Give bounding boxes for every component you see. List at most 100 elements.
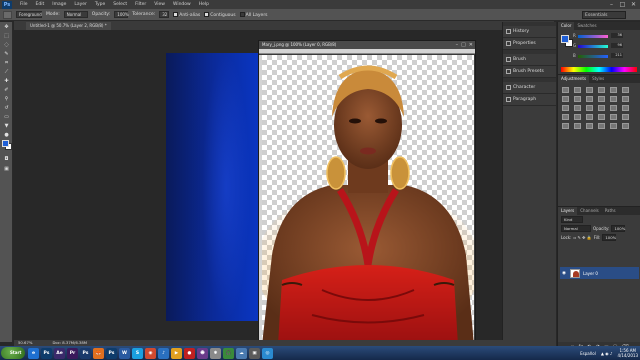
tab-layers[interactable]: Layers: [558, 207, 578, 215]
menu-layer[interactable]: Layer: [70, 2, 91, 7]
gradient-map-icon[interactable]: [586, 105, 593, 111]
selective-color-icon[interactable]: [598, 105, 605, 111]
brush-panel-button[interactable]: Brush: [503, 54, 556, 66]
invert-icon[interactable]: [622, 96, 629, 102]
color-lookup-icon[interactable]: [610, 96, 617, 102]
red-value[interactable]: 36: [611, 33, 623, 38]
close-button[interactable]: ✕: [629, 1, 638, 8]
marquee-tool-icon[interactable]: ⬚: [2, 32, 11, 40]
menu-file[interactable]: File: [16, 2, 32, 7]
eraser-tool-icon[interactable]: ▭: [2, 113, 11, 121]
layer-opacity-input[interactable]: 100%: [611, 225, 626, 232]
style-swatch-icon[interactable]: [622, 105, 629, 111]
brightness-contrast-icon[interactable]: [562, 87, 569, 93]
photoshop-icon[interactable]: Ps: [80, 347, 91, 359]
floating-document-window[interactable]: Mary_j.png @ 100% (Layer 0, RGB/8) – □ ✕: [258, 40, 476, 346]
lasso-tool-icon[interactable]: ◌: [2, 41, 11, 49]
paint-bucket-tool-icon[interactable]: [3, 10, 12, 19]
menu-filter[interactable]: Filter: [131, 2, 150, 7]
exposure-icon[interactable]: [598, 87, 605, 93]
move-tool-icon[interactable]: ✥: [2, 23, 11, 31]
history-brush-tool-icon[interactable]: ↺: [2, 104, 11, 112]
after-effects-icon[interactable]: Ae: [54, 347, 65, 359]
cloud-icon[interactable]: ☁: [236, 347, 247, 359]
document-tab-untitled[interactable]: Untitled-1 @ 50.7% (Layer 2, RGB/8) *: [26, 22, 111, 30]
menu-window[interactable]: Window: [169, 2, 195, 7]
menu-view[interactable]: View: [150, 2, 169, 7]
start-button[interactable]: Start: [1, 347, 25, 359]
lock-icons[interactable]: ▫ ✎ ✥ 🔒: [573, 235, 591, 240]
levels-icon[interactable]: [574, 87, 581, 93]
crop-tool-icon[interactable]: ⌗: [2, 59, 11, 67]
color-swatches[interactable]: [2, 140, 12, 150]
minimize-button[interactable]: –: [607, 1, 616, 8]
color-spectrum-bar[interactable]: [561, 67, 637, 72]
style-swatch-icon[interactable]: [622, 114, 629, 120]
screen-mode-icon[interactable]: ▣: [2, 165, 11, 173]
app-icon[interactable]: ◎: [262, 347, 273, 359]
style-swatch-icon[interactable]: [610, 105, 617, 111]
clock[interactable]: 1:56 AM 4/14/2013: [617, 348, 638, 358]
quick-mask-icon[interactable]: ◘: [2, 155, 11, 163]
style-swatch-icon[interactable]: [562, 114, 569, 120]
layer-kind-select[interactable]: Kind: [561, 216, 583, 223]
tab-paths[interactable]: Paths: [602, 207, 619, 215]
layer-name[interactable]: Layer 0: [583, 271, 598, 276]
paint-bucket-tool-icon[interactable]: ▼: [2, 122, 11, 130]
foreground-color-swatch[interactable]: [2, 140, 9, 147]
layer-row[interactable]: ◉ Layer 0: [560, 267, 639, 279]
style-swatch-icon[interactable]: [622, 123, 629, 129]
ie-icon[interactable]: e: [28, 347, 39, 359]
style-swatch-icon[interactable]: [610, 114, 617, 120]
tab-swatches[interactable]: Swatches: [574, 22, 599, 30]
eyedropper-tool-icon[interactable]: ⟋: [2, 68, 11, 76]
style-swatch-icon[interactable]: [598, 123, 605, 129]
messenger-icon[interactable]: ☻: [197, 347, 208, 359]
tray-icons[interactable]: ▲ ◉ ♪: [601, 351, 613, 356]
brush-tool-icon[interactable]: ✐: [2, 86, 11, 94]
headphones-icon[interactable]: 🎧: [223, 347, 234, 359]
menu-edit[interactable]: Edit: [32, 2, 49, 7]
anti-alias-checkbox[interactable]: Anti-alias: [173, 11, 200, 18]
history-panel-button[interactable]: History: [503, 26, 556, 38]
opacity-input[interactable]: 100%: [114, 11, 129, 18]
transparent-canvas[interactable]: [262, 55, 474, 345]
hue-saturation-icon[interactable]: [622, 87, 629, 93]
record-icon[interactable]: ●: [184, 347, 195, 359]
skype-icon[interactable]: S: [132, 347, 143, 359]
photo-filter-icon[interactable]: [586, 96, 593, 102]
blue-value[interactable]: 211: [611, 53, 623, 58]
chrome-icon[interactable]: ◉: [145, 347, 156, 359]
channel-mixer-icon[interactable]: [598, 96, 605, 102]
doc-minimize-button[interactable]: –: [456, 41, 459, 49]
blue-slider[interactable]: B 211: [573, 53, 623, 58]
doc-maximize-button[interactable]: □: [461, 41, 466, 49]
document-title-bar[interactable]: Mary_j.png @ 100% (Layer 0, RGB/8) – □ ✕: [259, 41, 475, 49]
clone-stamp-tool-icon[interactable]: ⚲: [2, 95, 11, 103]
vlc-icon[interactable]: ▶: [171, 347, 182, 359]
style-swatch-icon[interactable]: [586, 123, 593, 129]
posterize-icon[interactable]: [562, 105, 569, 111]
green-slider[interactable]: G 96: [573, 43, 623, 48]
properties-panel-button[interactable]: Properties: [503, 38, 556, 50]
tab-styles[interactable]: Styles: [589, 75, 607, 83]
vibrance-icon[interactable]: [610, 87, 617, 93]
photoshop-icon[interactable]: Ps: [41, 347, 52, 359]
premiere-icon[interactable]: Pr: [67, 347, 78, 359]
language-indicator[interactable]: Español: [580, 351, 596, 356]
style-swatch-icon[interactable]: [610, 123, 617, 129]
tab-color[interactable]: Color: [558, 22, 575, 30]
blur-tool-icon[interactable]: ●: [2, 131, 11, 139]
word-icon[interactable]: W: [119, 347, 130, 359]
menu-image[interactable]: Image: [48, 2, 70, 7]
workspace-select[interactable]: Essentials: [582, 11, 626, 19]
blend-mode-select[interactable]: Normal: [561, 225, 591, 232]
window-icon[interactable]: ▣: [249, 347, 260, 359]
foreground-swatch[interactable]: [561, 35, 569, 43]
tab-channels[interactable]: Channels: [577, 207, 602, 215]
paragraph-panel-button[interactable]: Paragraph: [503, 94, 556, 106]
maximize-button[interactable]: □: [618, 1, 627, 8]
brush-presets-panel-button[interactable]: Brush Presets: [503, 66, 556, 78]
fill-input[interactable]: 100%: [602, 234, 617, 241]
media-player-icon[interactable]: ♪: [158, 347, 169, 359]
